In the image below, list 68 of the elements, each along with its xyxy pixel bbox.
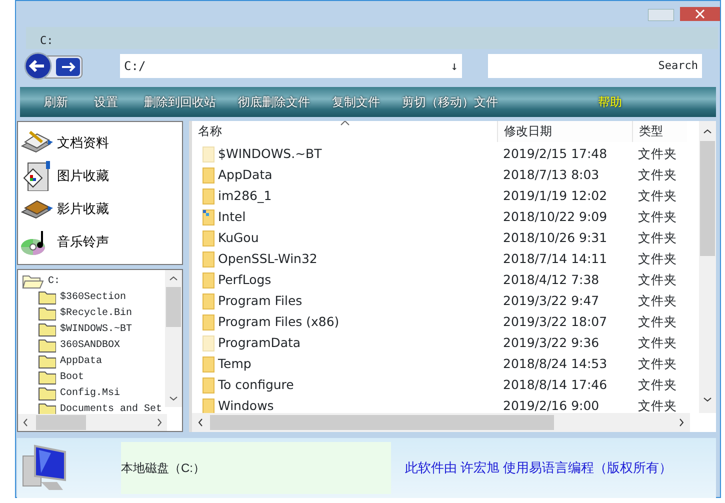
tree-item[interactable]: Config.Msi bbox=[60, 386, 120, 400]
file-name[interactable]: ProgramData bbox=[218, 334, 301, 353]
table-cell-text: 2019/3/22 9:47 bbox=[502, 292, 600, 310]
category-item[interactable]: 影片收藏 bbox=[20, 192, 109, 225]
table-cell-text: 2018/10/22 9:09 bbox=[502, 208, 608, 226]
folder-icon bbox=[38, 337, 56, 353]
tree-item[interactable]: $Recycle.Bin bbox=[60, 306, 132, 320]
minimize-icon bbox=[648, 9, 674, 21]
search-field[interactable]: Search bbox=[488, 54, 702, 78]
dropdown-arrow[interactable]: ↓ bbox=[450, 57, 458, 75]
address-field[interactable]: C:/ ↓ bbox=[120, 54, 462, 78]
credit-text: 此软件由 许宏旭 使用易语言编程（版权所有） bbox=[405, 459, 672, 478]
table-cell-text: 文件夹 bbox=[637, 355, 678, 374]
table-cell-text: 2019/3/22 9:36 bbox=[502, 334, 600, 352]
folder-icon bbox=[38, 321, 56, 337]
folder-icon bbox=[38, 353, 56, 369]
file-name[interactable]: Temp bbox=[218, 355, 252, 374]
tree-item[interactable]: $WINDOWS.~BT bbox=[60, 322, 132, 336]
folder-icon bbox=[38, 369, 56, 385]
tree-item[interactable]: $360Section bbox=[60, 290, 126, 304]
file-name[interactable]: PerfLogs bbox=[218, 271, 272, 290]
table-cell-text: 文件夹 bbox=[637, 187, 678, 206]
table-cell-text: 2018/7/13 8:03 bbox=[502, 166, 600, 184]
file-name[interactable]: im286_1 bbox=[218, 187, 272, 206]
category-item[interactable]: 文档资料 bbox=[20, 126, 109, 159]
folder-icon bbox=[38, 305, 56, 321]
file-name[interactable]: KuGou bbox=[218, 229, 259, 248]
tree-item[interactable]: Boot bbox=[60, 370, 84, 384]
table-cell-text: 文件夹 bbox=[637, 166, 678, 184]
file-name[interactable]: Windows bbox=[218, 397, 274, 416]
folder-icon bbox=[38, 289, 56, 305]
table-cell-text: 文件夹 bbox=[637, 334, 678, 352]
table-cell-text: 2019/2/15 17:48 bbox=[502, 145, 608, 164]
table-cell-text: 文件夹 bbox=[637, 229, 678, 248]
sort-icon bbox=[340, 121, 350, 126]
category-item[interactable]: 图片收藏 bbox=[20, 159, 109, 192]
table-cell-text: 2018/8/24 14:53 bbox=[502, 355, 608, 374]
table-cell-text: 文件夹 bbox=[637, 145, 678, 164]
tree-item[interactable]: Documents and Set bbox=[60, 402, 162, 416]
table-cell-text: 文件夹 bbox=[637, 313, 678, 332]
table-cell-text: 2018/8/14 17:46 bbox=[502, 376, 608, 394]
table-cell-text: 文件夹 bbox=[637, 271, 678, 290]
close-icon bbox=[680, 7, 720, 21]
tree-item[interactable]: 360SANDBOX bbox=[60, 338, 120, 352]
table-cell-text: 文件夹 bbox=[637, 397, 678, 416]
table-cell-text: 2019/1/19 12:02 bbox=[502, 187, 608, 206]
table-cell-text: 2019/3/22 18:07 bbox=[502, 313, 608, 332]
file-name[interactable]: Intel bbox=[218, 208, 246, 227]
table-cell-text: 2018/10/26 9:31 bbox=[502, 229, 608, 248]
table-cell-text: 2019/2/16 9:00 bbox=[502, 397, 600, 416]
drive-label: 本地磁盘（C:） bbox=[121, 460, 205, 477]
tree-item[interactable]: C: bbox=[48, 274, 60, 288]
table-cell-text: 文件夹 bbox=[637, 376, 678, 394]
location-label: C: bbox=[26, 27, 718, 49]
file-name[interactable]: $WINDOWS.~BT bbox=[218, 145, 322, 164]
file-name[interactable]: AppData bbox=[218, 166, 272, 185]
folder-icon bbox=[38, 385, 56, 401]
table-cell-text: 文件夹 bbox=[637, 292, 678, 310]
file-name[interactable]: Program Files bbox=[218, 292, 302, 311]
table-cell-text: 2018/7/14 14:11 bbox=[502, 250, 608, 268]
file-name[interactable]: To configure bbox=[218, 376, 294, 395]
tree-item[interactable]: AppData bbox=[60, 354, 102, 368]
category-item[interactable]: 音乐铃声 bbox=[20, 225, 109, 258]
table-cell-text: 2018/4/12 7:38 bbox=[502, 271, 600, 290]
file-name[interactable]: OpenSSL-Win32 bbox=[218, 250, 318, 269]
file-name[interactable]: Program Files (x86) bbox=[218, 313, 340, 332]
table-cell-text: 文件夹 bbox=[637, 208, 678, 226]
table-cell-text: 文件夹 bbox=[637, 250, 678, 268]
